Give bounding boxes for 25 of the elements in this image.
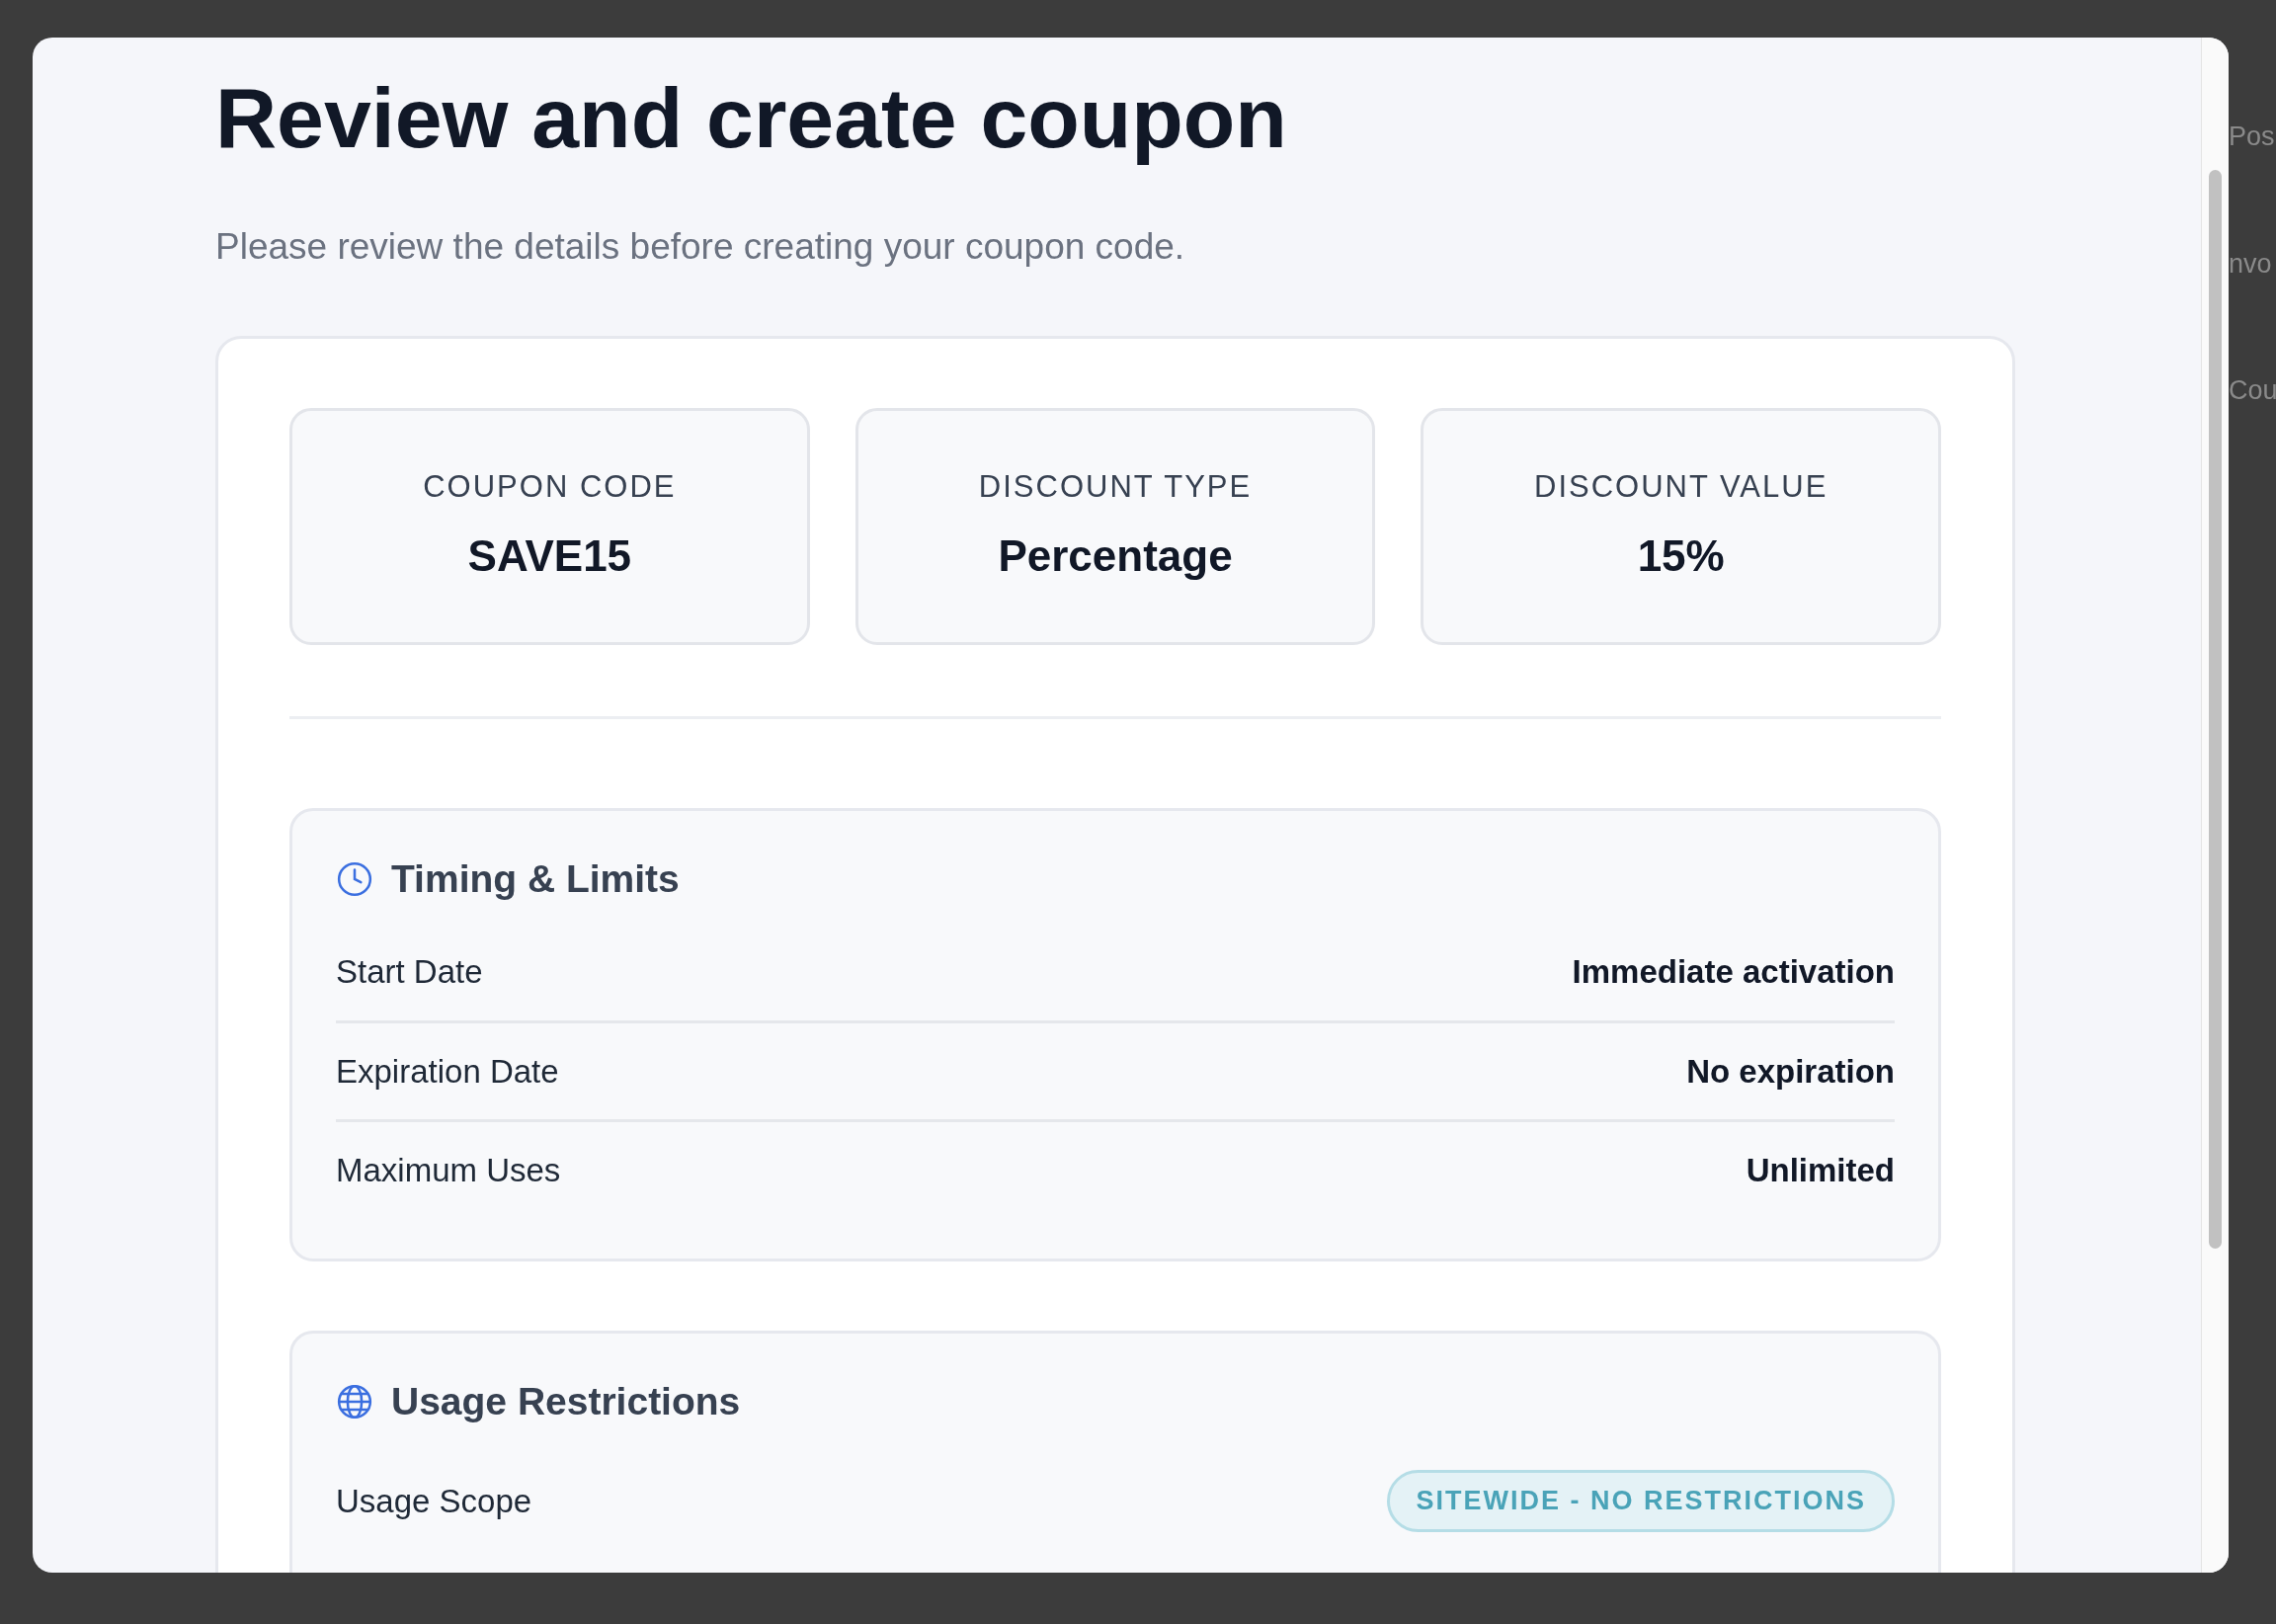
section-title: Timing & Limits	[391, 855, 680, 902]
row-value: Unlimited	[1746, 1151, 1895, 1191]
modal-subtitle: Please review the details before creating your coupon code.	[215, 225, 1186, 270]
backdrop-text: nvo	[2229, 247, 2273, 281]
summary-value: 15%	[1637, 530, 1725, 583]
row-value: No expiration	[1686, 1051, 1895, 1092]
scrollbar-thumb[interactable]	[2209, 170, 2222, 1249]
row-label: Maximum Uses	[336, 1151, 561, 1191]
row-label: Usage Scope	[336, 1481, 532, 1521]
summary-label: DISCOUNT VALUE	[1534, 467, 1829, 506]
backdrop-text: Cou	[2229, 374, 2276, 407]
section-title: Usage Restrictions	[391, 1378, 741, 1424]
summary-value: SAVE15	[467, 530, 632, 583]
backdrop-text: Pos	[2229, 121, 2276, 153]
globe-icon	[336, 1383, 373, 1421]
scope-badge: SITEWIDE - NO RESTRICTIONS	[1387, 1470, 1895, 1532]
summary-label: COUPON CODE	[423, 467, 677, 506]
summary-value: Percentage	[998, 530, 1233, 583]
row-label: Start Date	[336, 952, 483, 993]
row-value: Immediate activation	[1572, 952, 1895, 993]
row-label: Expiration Date	[336, 1051, 559, 1092]
modal-title: Review and create coupon	[215, 73, 1288, 163]
scrollbar[interactable]	[2201, 38, 2229, 1573]
clock-icon	[336, 860, 373, 899]
summary-label: DISCOUNT TYPE	[978, 467, 1253, 506]
